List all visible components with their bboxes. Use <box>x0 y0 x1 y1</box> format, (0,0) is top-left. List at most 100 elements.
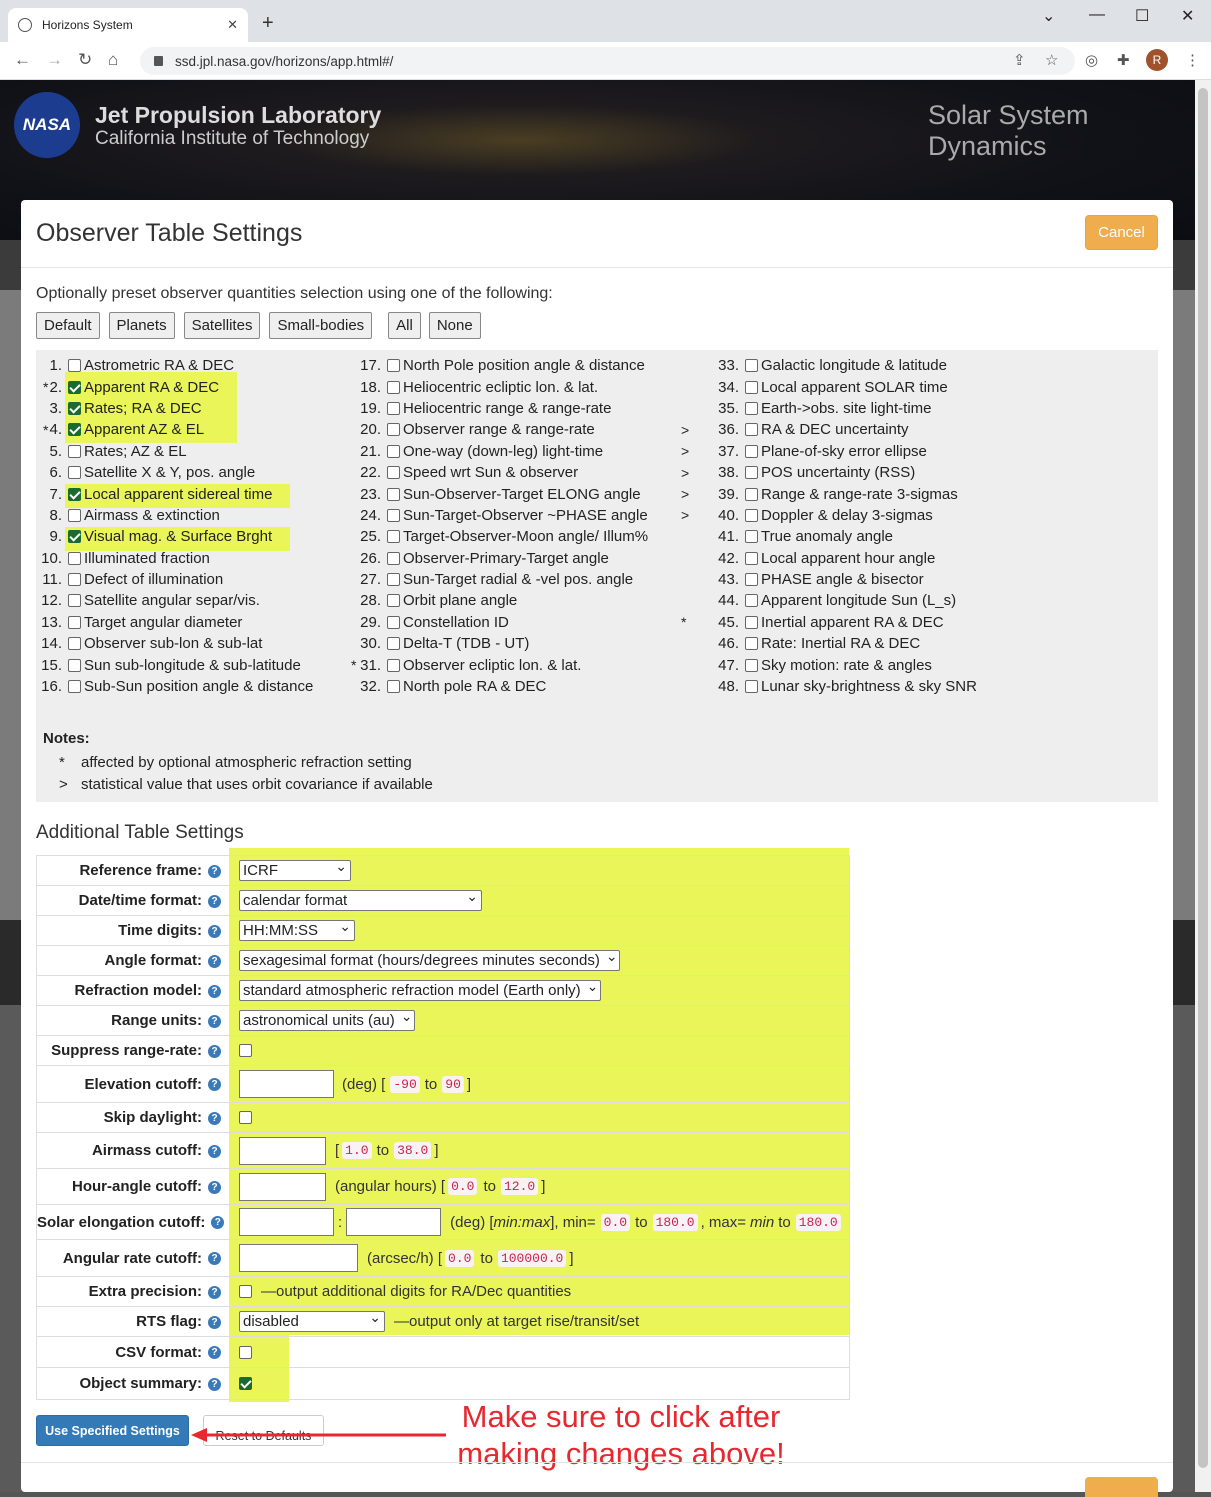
quantity-item[interactable]: 48. Lunar sky-brightness & sky SNR <box>681 676 977 697</box>
quantity-checkbox[interactable] <box>745 637 758 651</box>
quantity-checkbox[interactable] <box>387 401 400 415</box>
quantity-item[interactable]: 24. Sun-Target-Observer ~PHASE angle <box>348 505 648 526</box>
range-units-select[interactable]: astronomical units (au) <box>239 1010 415 1031</box>
help-icon[interactable]: ? <box>208 1252 221 1266</box>
csv-format-checkbox[interactable] <box>239 1345 252 1359</box>
time-digits-select[interactable]: HH:MM:SS <box>239 920 355 941</box>
quantity-item[interactable]: 46. Rate: Inertial RA & DEC <box>681 633 977 654</box>
angular-rate-cutoff-input[interactable] <box>239 1244 358 1272</box>
quantity-item[interactable]: 29. Constellation ID <box>348 612 648 633</box>
quantity-item[interactable]: 35. Earth->obs. site light-time <box>681 398 977 419</box>
quantity-checkbox[interactable] <box>387 530 400 544</box>
angle-format-select[interactable]: sexagesimal format (hours/degrees minute… <box>239 950 620 971</box>
quantity-checkbox[interactable] <box>387 637 400 651</box>
quantity-item[interactable]: 25. Target-Observer-Moon angle/ Illum% <box>348 526 648 547</box>
quantity-checkbox[interactable] <box>68 444 81 458</box>
quantity-item[interactable]: 9. Visual mag. & Surface Brght <box>36 526 313 547</box>
quantity-item[interactable]: >40. Doppler & delay 3-sigmas <box>681 505 977 526</box>
help-icon[interactable]: ? <box>208 1111 221 1125</box>
browser-tab[interactable]: Horizons System ✕ <box>8 8 248 42</box>
preset-all-button[interactable]: All <box>388 312 421 339</box>
quantity-checkbox[interactable] <box>387 380 400 394</box>
help-icon[interactable]: ? <box>208 1044 221 1058</box>
quantity-item[interactable]: 21. One-way (down-leg) light-time <box>348 441 648 462</box>
quantity-item[interactable]: 26. Observer-Primary-Target angle <box>348 548 648 569</box>
quantity-item[interactable]: 1. Astrometric RA & DEC <box>36 355 313 376</box>
help-icon[interactable]: ? <box>211 1216 225 1230</box>
quantity-checkbox[interactable] <box>387 658 400 672</box>
preset-planets-button[interactable]: Planets <box>108 312 175 339</box>
preset-none-button[interactable]: None <box>428 312 481 339</box>
refraction-select[interactable]: standard atmospheric refraction model (E… <box>239 980 601 1001</box>
help-icon[interactable]: ? <box>208 1315 221 1329</box>
quantity-checkbox[interactable] <box>745 401 758 415</box>
quantity-checkbox[interactable] <box>68 615 81 629</box>
quantity-checkbox[interactable] <box>745 551 758 565</box>
maximize-icon[interactable]: ☐ <box>1135 6 1149 26</box>
quantity-checkbox[interactable] <box>68 551 81 565</box>
quantity-checkbox[interactable] <box>68 594 81 608</box>
quantity-item[interactable]: 47. Sky motion: rate & angles <box>681 654 977 675</box>
quantity-item[interactable]: 42. Local apparent hour angle <box>681 548 977 569</box>
quantity-checkbox[interactable] <box>387 444 400 458</box>
quantity-checkbox[interactable] <box>745 530 758 544</box>
quantity-item[interactable]: 27. Sun-Target radial & -vel pos. angle <box>348 569 648 590</box>
quantity-item[interactable]: 5. Rates; AZ & EL <box>36 441 313 462</box>
quantity-checkbox[interactable] <box>745 615 758 629</box>
quantity-checkbox[interactable] <box>387 615 400 629</box>
quantity-checkbox[interactable] <box>745 658 758 672</box>
preset-small-bodies-button[interactable]: Small-bodies <box>269 312 373 339</box>
quantity-checkbox[interactable] <box>745 487 758 501</box>
quantity-item[interactable]: 17. North Pole position angle & distance <box>348 355 648 376</box>
scrollbar-thumb[interactable] <box>1198 88 1208 1468</box>
help-icon[interactable]: ? <box>208 1377 221 1391</box>
quantity-item[interactable]: 11. Defect of illumination <box>36 569 313 590</box>
quantity-checkbox[interactable] <box>745 423 758 437</box>
quantity-checkbox[interactable] <box>387 487 400 501</box>
quantity-item[interactable]: 33. Galactic longitude & latitude <box>681 355 977 376</box>
quantity-item[interactable]: 30. Delta-T (TDB - UT) <box>348 633 648 654</box>
help-icon[interactable]: ? <box>208 894 221 908</box>
puzzle-icon[interactable]: ✚ <box>1117 51 1130 69</box>
quantity-item[interactable]: 28. Orbit plane angle <box>348 590 648 611</box>
help-icon[interactable]: ? <box>208 1144 221 1158</box>
quantity-checkbox[interactable] <box>745 380 758 394</box>
quantity-item[interactable]: 14. Observer sub-lon & sub-lat <box>36 633 313 654</box>
quantity-item[interactable]: >39. Range & range-rate 3-sigmas <box>681 483 977 504</box>
quantity-item[interactable]: 10. Illuminated fraction <box>36 548 313 569</box>
quantity-checkbox[interactable] <box>68 359 81 373</box>
close-tab-icon[interactable]: ✕ <box>227 17 238 33</box>
tab-search-icon[interactable]: ⌄ <box>1042 6 1055 26</box>
quantity-item[interactable]: 3. Rates; RA & DEC <box>36 398 313 419</box>
quantity-item[interactable]: * 31. Observer ecliptic lon. & lat. <box>348 654 648 675</box>
quantity-item[interactable]: 22. Speed wrt Sun & observer <box>348 462 648 483</box>
menu-dots-icon[interactable]: ⋮ <box>1185 51 1200 69</box>
forward-icon[interactable]: → <box>46 50 63 70</box>
elevation-cutoff-input[interactable] <box>239 1070 334 1098</box>
quantity-item[interactable]: 41. True anomaly angle <box>681 526 977 547</box>
help-icon[interactable]: ? <box>208 1346 221 1360</box>
quantity-checkbox[interactable] <box>387 680 400 694</box>
quantity-checkbox[interactable] <box>68 573 81 587</box>
profile-avatar[interactable]: R <box>1146 49 1168 71</box>
help-icon[interactable]: ? <box>208 1285 221 1299</box>
preset-default-button[interactable]: Default <box>36 312 100 339</box>
quantity-item[interactable]: 34. Local apparent SOLAR time <box>681 376 977 397</box>
url-field[interactable]: ssd.jpl.nasa.gov/horizons/app.html#/ <box>140 47 1075 75</box>
quantity-checkbox[interactable] <box>68 423 81 437</box>
quantity-checkbox[interactable] <box>745 444 758 458</box>
quantity-item[interactable]: * 2. Apparent RA & DEC <box>36 376 313 397</box>
help-icon[interactable]: ? <box>208 954 221 968</box>
quantity-checkbox[interactable] <box>387 466 400 480</box>
skip-daylight-checkbox[interactable] <box>239 1111 252 1124</box>
quantity-item[interactable]: 20. Observer range & range-rate <box>348 419 648 440</box>
extra-precision-checkbox[interactable] <box>239 1285 252 1298</box>
org-name[interactable]: Jet Propulsion Laboratory <box>95 102 381 129</box>
quantity-checkbox[interactable] <box>68 508 81 522</box>
quantity-checkbox[interactable] <box>68 466 81 480</box>
new-tab-icon[interactable]: + <box>262 12 274 35</box>
ssd-title[interactable]: Solar System Dynamics <box>928 100 1195 162</box>
help-icon[interactable]: ? <box>208 924 221 938</box>
quantity-item[interactable]: 19. Heliocentric range & range-rate <box>348 398 648 419</box>
help-icon[interactable]: ? <box>208 984 221 998</box>
